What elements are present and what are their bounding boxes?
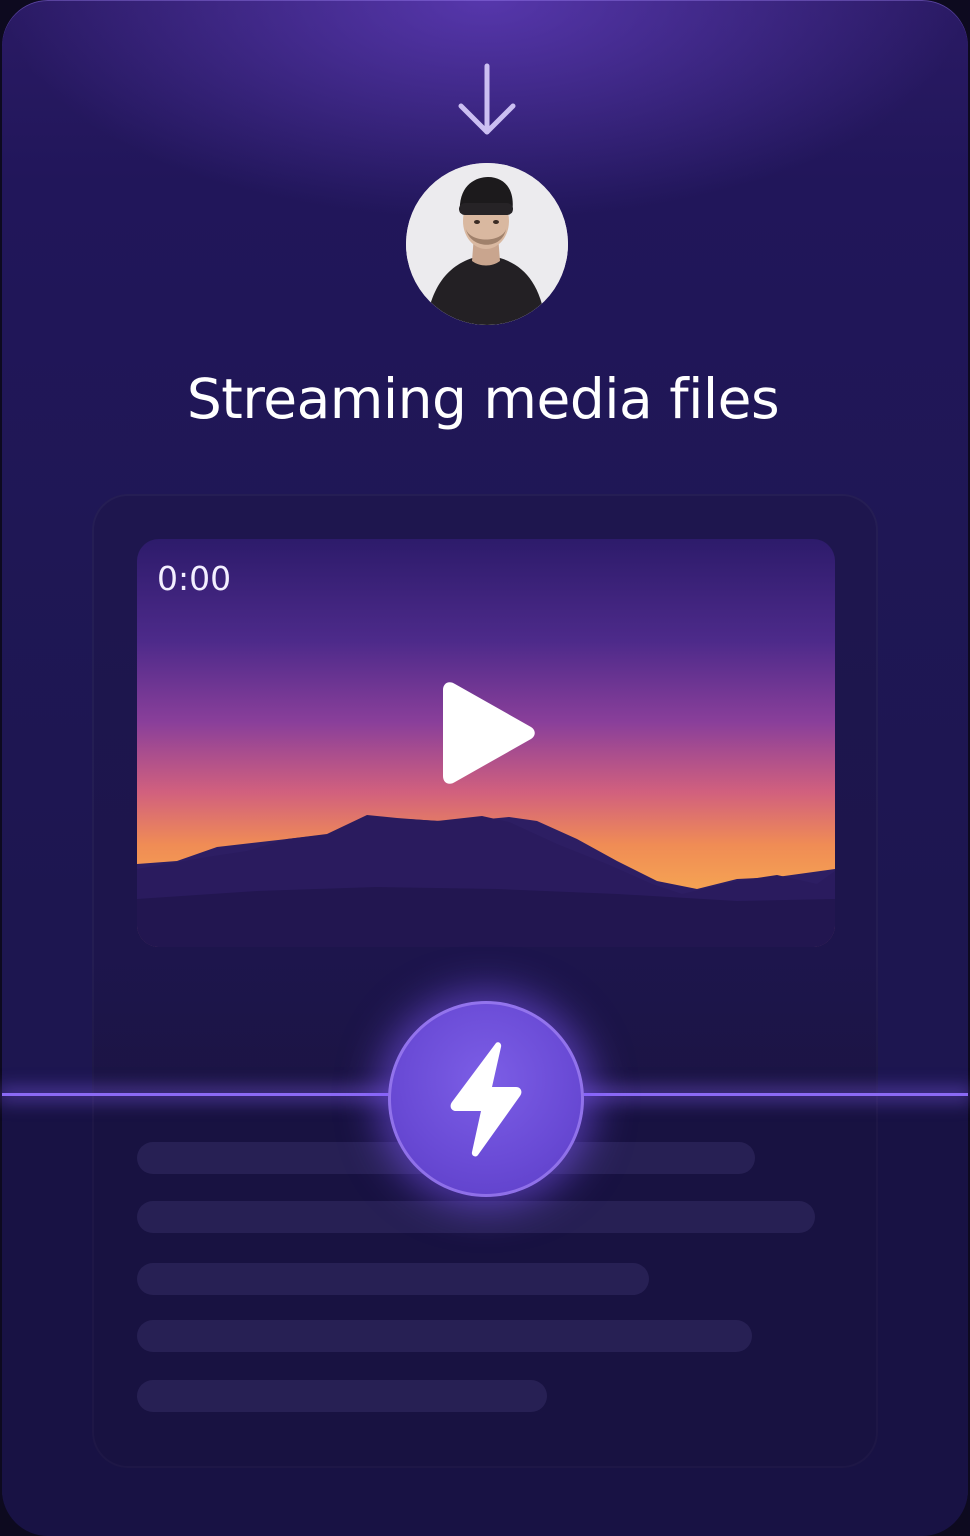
video-time: 0:00 (157, 559, 232, 598)
skeleton-line (137, 1320, 752, 1352)
page-title: Streaming media files (186, 367, 780, 431)
avatar (406, 163, 568, 325)
play-icon[interactable] (439, 678, 539, 788)
skeleton-line (137, 1201, 815, 1233)
arrow-down-icon (458, 63, 516, 135)
lightning-button[interactable] (388, 1001, 584, 1197)
skeleton-line (137, 1263, 649, 1295)
user-avatar (406, 163, 568, 325)
video-player[interactable]: 0:00 (137, 539, 835, 947)
skeleton-line (137, 1380, 547, 1412)
lightning-bolt-icon (450, 1042, 522, 1157)
